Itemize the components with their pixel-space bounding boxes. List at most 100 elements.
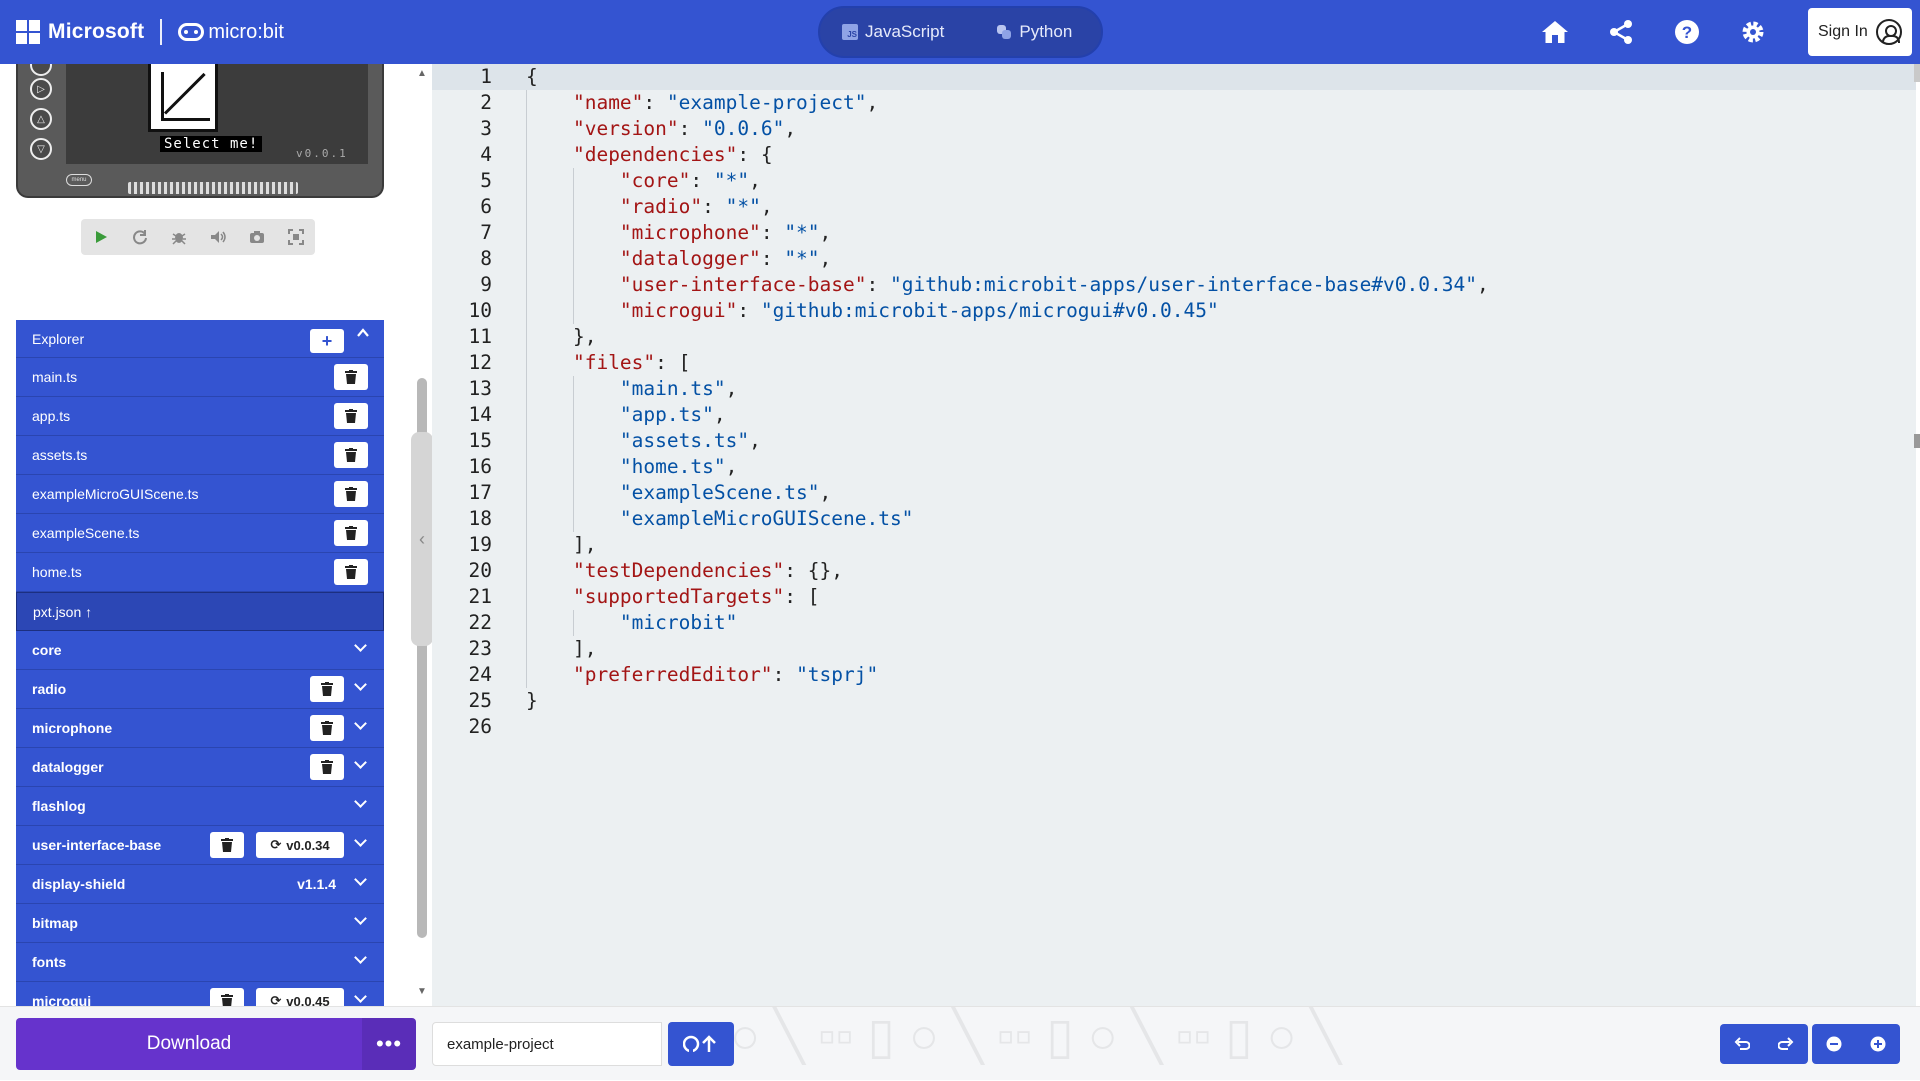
sim-select-label[interactable]: Select me! bbox=[160, 136, 263, 152]
chevron-down-icon[interactable] bbox=[354, 991, 368, 1005]
chevron-down-icon[interactable] bbox=[354, 796, 368, 810]
code-line[interactable]: 14 "app.ts", bbox=[432, 402, 1916, 428]
package-item[interactable]: fonts bbox=[16, 943, 384, 982]
code-line[interactable]: 8 "datalogger": "*", bbox=[432, 246, 1916, 272]
chevron-down-icon[interactable] bbox=[354, 913, 368, 927]
python-button[interactable]: Python bbox=[996, 12, 1072, 52]
package-item[interactable]: radio bbox=[16, 670, 384, 709]
code-line[interactable]: 16 "home.ts", bbox=[432, 454, 1916, 480]
chevron-down-icon[interactable] bbox=[354, 679, 368, 693]
package-item[interactable]: user-interface-base ⟳ v0.0.34 bbox=[16, 826, 384, 865]
scroll-up-icon[interactable]: ▲ bbox=[414, 68, 430, 82]
code-line[interactable]: 3 "version": "0.0.6", bbox=[432, 116, 1916, 142]
debug-icon[interactable] bbox=[159, 219, 198, 255]
zoom-in-icon[interactable] bbox=[1856, 1024, 1900, 1064]
file-item[interactable]: exampleMicroGUIScene.ts bbox=[16, 475, 384, 514]
screenshot-icon[interactable] bbox=[237, 219, 276, 255]
chevron-up-icon[interactable] bbox=[356, 326, 370, 345]
code-line[interactable]: 25} bbox=[432, 688, 1916, 714]
fullscreen-icon[interactable] bbox=[276, 219, 315, 255]
add-file-button[interactable]: + bbox=[310, 329, 344, 353]
trash-icon[interactable] bbox=[210, 832, 244, 858]
code-line[interactable]: 20 "testDependencies": {}, bbox=[432, 558, 1916, 584]
code-editor[interactable]: 1{2 "name": "example-project", 3 "version… bbox=[432, 64, 1916, 1006]
zoom-out-icon[interactable] bbox=[1812, 1024, 1856, 1064]
sign-in-button[interactable]: Sign In bbox=[1808, 8, 1912, 56]
explorer-header[interactable]: Explorer + bbox=[16, 320, 384, 358]
update-version-button[interactable]: ⟳ v0.0.34 bbox=[256, 832, 344, 858]
collapse-simulator-handle[interactable]: ‹ bbox=[411, 432, 433, 646]
sound-icon[interactable] bbox=[198, 219, 237, 255]
file-item[interactable]: home.ts bbox=[16, 553, 384, 592]
file-item-pxt-json[interactable]: pxt.json ↑ bbox=[16, 592, 384, 631]
brand[interactable]: Microsoft micro:bit bbox=[16, 18, 284, 46]
undo-icon[interactable] bbox=[1720, 1024, 1764, 1064]
code-line[interactable]: 9 "user-interface-base": "github:microbi… bbox=[432, 272, 1916, 298]
editor-scroll-thumb[interactable] bbox=[1914, 64, 1920, 82]
code-line[interactable]: 21 "supportedTargets": [ bbox=[432, 584, 1916, 610]
microbit-simulator[interactable]: ▷ △ ▽ Select me! v0.0.1 menu bbox=[16, 64, 384, 198]
javascript-button[interactable]: JS JavaScript bbox=[842, 12, 944, 52]
code-line[interactable]: 4 "dependencies": { bbox=[432, 142, 1916, 168]
redo-icon[interactable] bbox=[1764, 1024, 1808, 1064]
chevron-down-icon[interactable] bbox=[354, 874, 368, 888]
sim-right-button-icon[interactable]: ▷ bbox=[30, 78, 52, 100]
restart-icon[interactable] bbox=[120, 219, 159, 255]
more-options-button[interactable]: ••• bbox=[362, 1018, 416, 1070]
gear-icon[interactable] bbox=[1735, 14, 1771, 50]
code-line[interactable]: 5 "core": "*", bbox=[432, 168, 1916, 194]
chevron-down-icon[interactable] bbox=[354, 835, 368, 849]
home-icon[interactable] bbox=[1537, 14, 1573, 50]
code-line[interactable]: 17 "exampleScene.ts", bbox=[432, 480, 1916, 506]
file-item[interactable]: main.ts bbox=[16, 358, 384, 397]
code-line[interactable]: 2 "name": "example-project", bbox=[432, 90, 1916, 116]
trash-icon[interactable] bbox=[334, 364, 368, 390]
sim-down-button-icon[interactable]: ▽ bbox=[30, 138, 52, 160]
chevron-down-icon[interactable] bbox=[354, 952, 368, 966]
code-line[interactable]: 18 "exampleMicroGUIScene.ts" bbox=[432, 506, 1916, 532]
code-line[interactable]: 7 "microphone": "*", bbox=[432, 220, 1916, 246]
play-icon[interactable] bbox=[81, 219, 120, 255]
chevron-down-icon[interactable] bbox=[354, 757, 368, 771]
package-item[interactable]: display-shield v1.1.4 bbox=[16, 865, 384, 904]
trash-icon[interactable] bbox=[310, 715, 344, 741]
package-item[interactable]: datalogger bbox=[16, 748, 384, 787]
code-line[interactable]: 6 "radio": "*", bbox=[432, 194, 1916, 220]
github-upload-button[interactable] bbox=[668, 1022, 734, 1066]
code-line[interactable]: 1{ bbox=[432, 64, 1916, 90]
update-version-button[interactable]: ⟳ v0.0.45 bbox=[256, 988, 344, 1006]
sim-menu-button[interactable]: menu bbox=[66, 174, 92, 186]
code-line[interactable]: 23 ], bbox=[432, 636, 1916, 662]
help-icon[interactable]: ? bbox=[1669, 14, 1705, 50]
sim-button-icon[interactable] bbox=[30, 64, 52, 76]
package-item[interactable]: microgui ⟳ v0.0.45 bbox=[16, 982, 384, 1006]
code-line[interactable]: 26 bbox=[432, 714, 1916, 740]
package-item[interactable]: flashlog bbox=[16, 787, 384, 826]
code-line[interactable]: 10 "microgui": "github:microbit-apps/mic… bbox=[432, 298, 1916, 324]
sim-up-button-icon[interactable]: △ bbox=[30, 108, 52, 130]
editor-scrollbar[interactable] bbox=[1914, 64, 1920, 1006]
code-line[interactable]: 22 "microbit" bbox=[432, 610, 1916, 636]
file-item[interactable]: exampleScene.ts bbox=[16, 514, 384, 553]
trash-icon[interactable] bbox=[210, 988, 244, 1006]
trash-icon[interactable] bbox=[334, 559, 368, 585]
share-icon[interactable] bbox=[1603, 14, 1639, 50]
code-line[interactable]: 19 ], bbox=[432, 532, 1916, 558]
trash-icon[interactable] bbox=[334, 520, 368, 546]
trash-icon[interactable] bbox=[310, 754, 344, 780]
package-item[interactable]: microphone bbox=[16, 709, 384, 748]
trash-icon[interactable] bbox=[334, 403, 368, 429]
chevron-down-icon[interactable] bbox=[354, 718, 368, 732]
download-button[interactable]: Download bbox=[16, 1018, 362, 1070]
code-line[interactable]: 11 }, bbox=[432, 324, 1916, 350]
code-line[interactable]: 24 "preferredEditor": "tsprj" bbox=[432, 662, 1916, 688]
trash-icon[interactable] bbox=[334, 481, 368, 507]
trash-icon[interactable] bbox=[310, 676, 344, 702]
chevron-down-icon[interactable] bbox=[354, 640, 368, 654]
code-line[interactable]: 12 "files": [ bbox=[432, 350, 1916, 376]
project-name-input[interactable] bbox=[432, 1022, 662, 1066]
package-item[interactable]: core bbox=[16, 631, 384, 670]
trash-icon[interactable] bbox=[334, 442, 368, 468]
package-item[interactable]: bitmap bbox=[16, 904, 384, 943]
file-item[interactable]: assets.ts bbox=[16, 436, 384, 475]
